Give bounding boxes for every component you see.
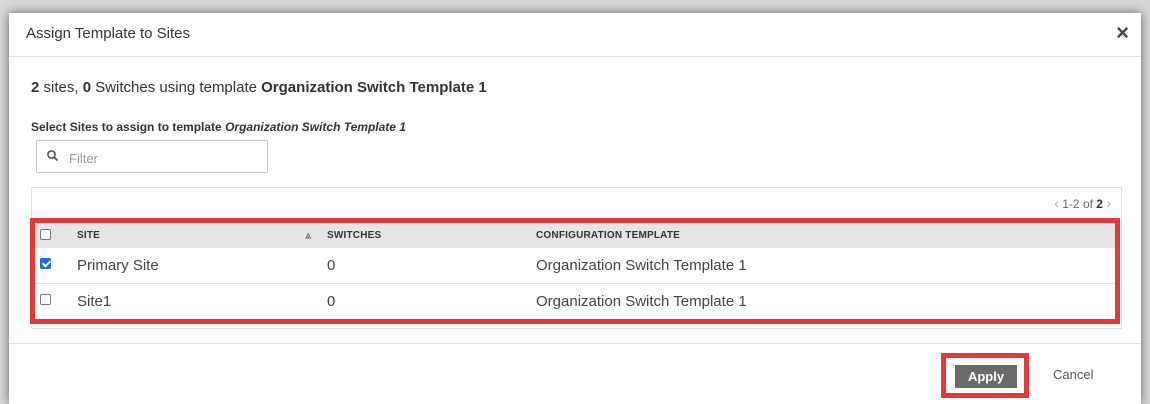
column-header-configuration-template[interactable]: CONFIGURATION TEMPLATE: [536, 230, 680, 241]
search-icon: [47, 150, 59, 162]
select-all-checkbox[interactable]: [40, 229, 51, 240]
double-chevron-up-icon[interactable]: ⩓: [305, 230, 311, 243]
select-sites-label: Select Sites to assign to template Organ…: [31, 120, 406, 134]
usage-summary: 2 sites, 0 Switches using template Organ…: [31, 79, 487, 96]
column-header-site[interactable]: SITE: [77, 230, 100, 241]
chevron-right-icon[interactable]: ›: [1106, 195, 1111, 211]
site-name: Primary Site: [77, 257, 159, 274]
filter-field[interactable]: [36, 140, 268, 173]
page-range: 1-2 of: [1062, 197, 1097, 211]
chevron-left-icon[interactable]: ‹: [1054, 195, 1059, 211]
close-icon[interactable]: ×: [1116, 20, 1129, 46]
footer-divider: [9, 343, 1141, 344]
switches-count: 0: [82, 79, 92, 96]
cancel-button[interactable]: Cancel: [1053, 367, 1093, 382]
table-row[interactable]: Site1 0 Organization Switch Template 1: [35, 284, 1115, 320]
filter-input[interactable]: [67, 147, 261, 169]
apply-button[interactable]: Apply: [955, 365, 1017, 388]
configuration-template: Organization Switch Template 1: [536, 293, 747, 310]
select-label-template: Organization Switch Template 1: [225, 120, 406, 134]
row-checkbox[interactable]: [40, 294, 51, 305]
site-name: Site1: [77, 293, 112, 310]
configuration-template: Organization Switch Template 1: [536, 257, 747, 274]
table-header: SITE ⩓ SWITCHES CONFIGURATION TEMPLATE: [35, 223, 1115, 248]
dialog-title: Assign Template to Sites: [26, 25, 190, 42]
apply-highlight: Apply: [941, 353, 1029, 398]
dialog-header: Assign Template to Sites ×: [9, 13, 1141, 57]
page-total: 2: [1096, 197, 1103, 211]
assign-template-dialog: Assign Template to Sites × 2 sites, 0 Sw…: [9, 13, 1141, 404]
switch-count: 0: [327, 293, 336, 310]
pagination: ‹ 1-2 of 2 ›: [1054, 195, 1111, 211]
switches-text: Switches using template: [91, 79, 262, 96]
row-checkbox[interactable]: [40, 258, 51, 269]
sites-word: sites,: [39, 79, 83, 96]
switch-count: 0: [327, 257, 336, 274]
summary-template-name: Organization Switch Template 1: [261, 79, 487, 96]
table-row[interactable]: Primary Site 0 Organization Switch Templ…: [35, 248, 1115, 284]
sites-table: SITE ⩓ SWITCHES CONFIGURATION TEMPLATE P…: [30, 218, 1120, 324]
select-label-prefix: Select Sites to assign to template: [31, 120, 226, 134]
column-header-switches[interactable]: SWITCHES: [327, 230, 381, 241]
